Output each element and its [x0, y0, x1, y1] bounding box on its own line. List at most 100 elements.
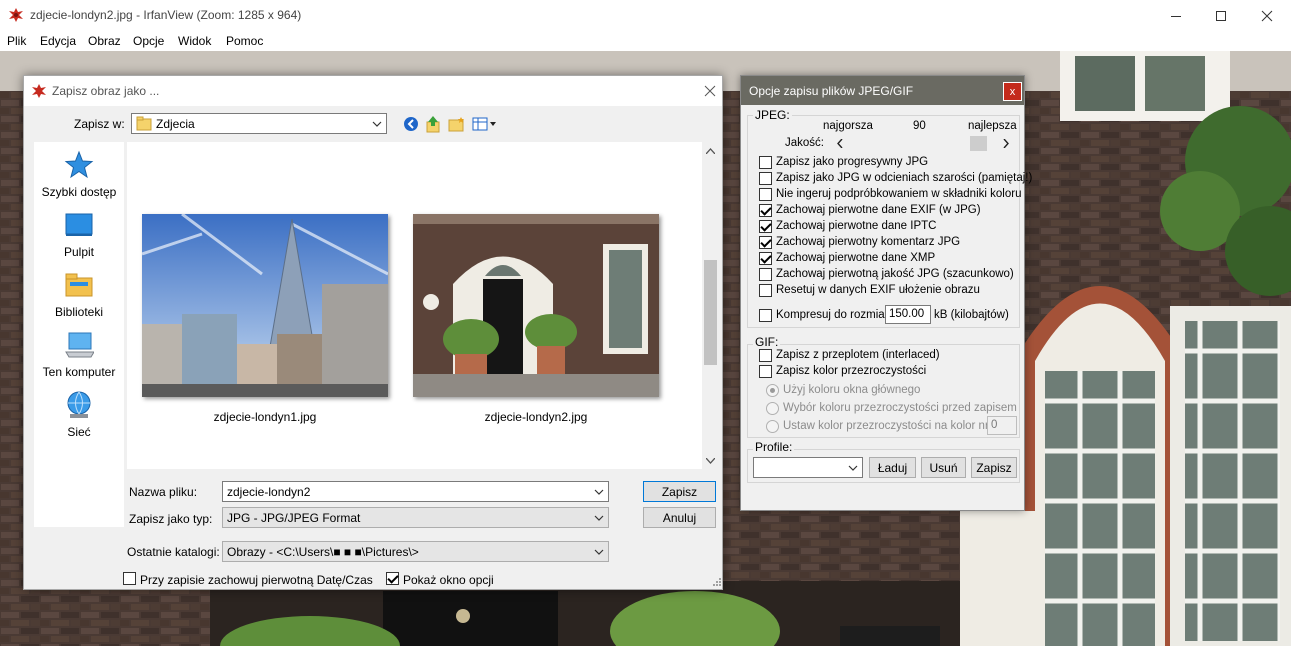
slider-right-icon[interactable]	[1003, 139, 1009, 148]
jpeg-option-row[interactable]: Zachowaj pierwotne dane EXIF (w JPG)	[759, 202, 981, 218]
new-folder-icon[interactable]	[448, 116, 466, 132]
chevron-down-icon	[594, 549, 604, 555]
jpeg-option-checkbox[interactable]	[759, 171, 772, 185]
place-this-pc[interactable]: Ten komputer	[34, 330, 124, 379]
options-close-button[interactable]: x	[1003, 82, 1022, 101]
keep-date-label: Przy zapisie zachowuj pierwotną Datę/Cza…	[140, 573, 373, 587]
main-titlebar[interactable]: zdjecie-londyn2.jpg - IrfanView (Zoom: 1…	[0, 0, 1291, 31]
jpeg-gif-options-panel: Opcje zapisu plików JPEG/GIF x JPEG: naj…	[740, 75, 1032, 511]
save-in-combo[interactable]: Zdjecia	[131, 113, 387, 134]
view-menu-icon[interactable]	[472, 116, 498, 132]
quality-slider-thumb[interactable]	[970, 136, 988, 151]
delete-profile-button[interactable]: Usuń	[921, 457, 966, 478]
place-quick-access[interactable]: Szybki dostęp	[34, 150, 124, 199]
place-network[interactable]: Sieć	[34, 390, 124, 439]
jpeg-option-checkbox[interactable]	[759, 155, 772, 169]
irfanview-logo-icon	[9, 8, 23, 22]
compress-checkbox[interactable]	[759, 309, 772, 322]
jpeg-option-checkbox[interactable]	[759, 187, 772, 201]
file-list[interactable]: zdjecie-londyn1.jpg zdjecie-londyn2.jpg	[127, 142, 702, 469]
quality-value: 90	[913, 120, 926, 132]
dialog-close-icon[interactable]	[704, 85, 716, 97]
menu-edycja[interactable]: Edycja	[40, 34, 76, 48]
jpeg-option-checkbox[interactable]	[759, 235, 772, 249]
cancel-button[interactable]: Anuluj	[643, 507, 716, 528]
gif-option-checkbox[interactable]	[759, 364, 772, 378]
show-options-checkbox[interactable]	[386, 572, 399, 585]
jpeg-option-row[interactable]: Zachowaj pierwotny komentarz JPG	[759, 234, 960, 250]
load-profile-button[interactable]: Ładuj	[869, 457, 916, 478]
jpeg-option-row[interactable]: Nie ingeruj podpróbkowaniem w składniki …	[759, 186, 1021, 202]
window-title: zdjecie-londyn2.jpg - IrfanView (Zoom: 1…	[30, 8, 302, 22]
gif-transparency-radio[interactable]	[766, 401, 779, 415]
profile-combo[interactable]	[753, 457, 863, 478]
jpeg-option-row[interactable]: Zachowaj pierwotne dane XMP	[759, 250, 935, 266]
quality-slider[interactable]	[835, 135, 1013, 152]
place-libraries[interactable]: Biblioteki	[34, 270, 124, 319]
menu-opcje[interactable]: Opcje	[133, 34, 164, 48]
jpeg-option-checkbox[interactable]	[759, 283, 772, 297]
gif-option-row[interactable]: Zapisz z przeplotem (interlaced)	[759, 347, 940, 363]
options-title: Opcje zapisu plików JPEG/GIF	[749, 84, 914, 98]
filetype-label: Zapisz jako typ:	[129, 512, 213, 526]
options-titlebar[interactable]: Opcje zapisu plików JPEG/GIF x	[741, 76, 1024, 105]
jpeg-option-checkbox[interactable]	[759, 203, 772, 217]
compress-size-input[interactable]: 150.00	[885, 305, 931, 324]
menu-widok[interactable]: Widok	[178, 34, 211, 48]
resize-grip-icon[interactable]	[710, 577, 722, 589]
jpeg-option-checkbox[interactable]	[759, 219, 772, 233]
save-dialog-titlebar[interactable]: Zapisz obraz jako ...	[24, 76, 722, 106]
menu-plik[interactable]: Plik	[7, 34, 26, 48]
save-button[interactable]: Zapisz	[643, 481, 716, 502]
gif-transparency-radio[interactable]	[766, 419, 779, 433]
gif-option-label: Zapisz kolor przezroczystości	[776, 365, 927, 377]
gif-transparency-radio-label: Wybór koloru przezroczystości przed zapi…	[783, 402, 1017, 414]
jpeg-option-row[interactable]: Zapisz jako JPG w odcieniach szarości (p…	[759, 170, 1032, 186]
jpeg-option-row[interactable]: Resetuj w danych EXIF ułożenie obrazu	[759, 282, 980, 298]
computer-icon	[65, 332, 95, 358]
gif-transparency-radio[interactable]	[766, 383, 779, 397]
back-icon[interactable]	[403, 116, 419, 132]
gif-transparency-radio-row[interactable]: Użyj koloru okna głównego	[766, 382, 920, 398]
filetype-combo[interactable]: JPG - JPG/JPEG Format	[222, 507, 609, 528]
jpeg-option-checkbox[interactable]	[759, 267, 772, 281]
color-index-input[interactable]: 0	[987, 416, 1017, 435]
scroll-down-icon[interactable]	[706, 458, 715, 464]
libraries-folder-icon	[65, 273, 93, 297]
up-folder-icon[interactable]	[425, 115, 441, 133]
scroll-up-icon[interactable]	[706, 148, 715, 154]
slider-left-icon[interactable]	[837, 139, 843, 148]
recent-dirs-combo[interactable]: Obrazy - <C:\Users\■ ■ ■\Pictures\>	[222, 541, 609, 562]
jpeg-option-row[interactable]: Zachowaj pierwotne dane IPTC	[759, 218, 936, 234]
keep-date-checkbox[interactable]	[123, 572, 136, 585]
jpeg-option-label: Zapisz jako JPG w odcieniach szarości (p…	[776, 172, 1033, 184]
jpeg-option-row[interactable]: Zachowaj pierwotną jakość JPG (szacunkow…	[759, 266, 1014, 282]
menu-bar: Plik Edycja Obraz Opcje Widok Pomoc	[0, 31, 1291, 51]
gif-transparency-radio-row[interactable]: Ustaw kolor przezroczystości na kolor nr…	[766, 418, 995, 434]
menu-pomoc[interactable]: Pomoc	[226, 34, 263, 48]
gif-transparency-radio-row[interactable]: Wybór koloru przezroczystości przed zapi…	[766, 400, 1017, 416]
maximize-button[interactable]	[1198, 0, 1244, 31]
menu-obraz[interactable]: Obraz	[88, 34, 121, 48]
file-thumbnail-londyn1[interactable]	[142, 214, 388, 397]
gif-transparency-radio-label: Ustaw kolor przezroczystości na kolor nr…	[783, 420, 996, 432]
save-in-value: Zdjecia	[156, 117, 195, 131]
jpeg-option-checkbox[interactable]	[759, 251, 772, 265]
filename-input[interactable]: zdjecie-londyn2	[222, 481, 609, 502]
minimize-button[interactable]	[1153, 0, 1199, 31]
save-profile-button[interactable]: Zapisz	[971, 457, 1017, 478]
file-caption-londyn2[interactable]: zdjecie-londyn2.jpg	[413, 410, 659, 424]
file-thumbnail-londyn2[interactable]	[413, 214, 659, 397]
desktop-icon	[65, 213, 93, 236]
scrollbar-thumb[interactable]	[704, 260, 717, 365]
file-caption-londyn1[interactable]: zdjecie-londyn1.jpg	[142, 410, 388, 424]
gif-option-checkbox[interactable]	[759, 348, 772, 362]
place-desktop[interactable]: Pulpit	[34, 210, 124, 259]
close-icon	[1261, 10, 1273, 21]
gif-option-row[interactable]: Zapisz kolor przezroczystości	[759, 363, 926, 379]
close-button[interactable]	[1244, 0, 1290, 31]
file-list-scrollbar[interactable]	[702, 142, 719, 469]
thumbnail-georgian-door	[413, 214, 659, 397]
jpeg-option-row[interactable]: Zapisz jako progresywny JPG	[759, 154, 928, 170]
jpeg-option-label: Zachowaj pierwotne dane EXIF (w JPG)	[776, 204, 981, 216]
